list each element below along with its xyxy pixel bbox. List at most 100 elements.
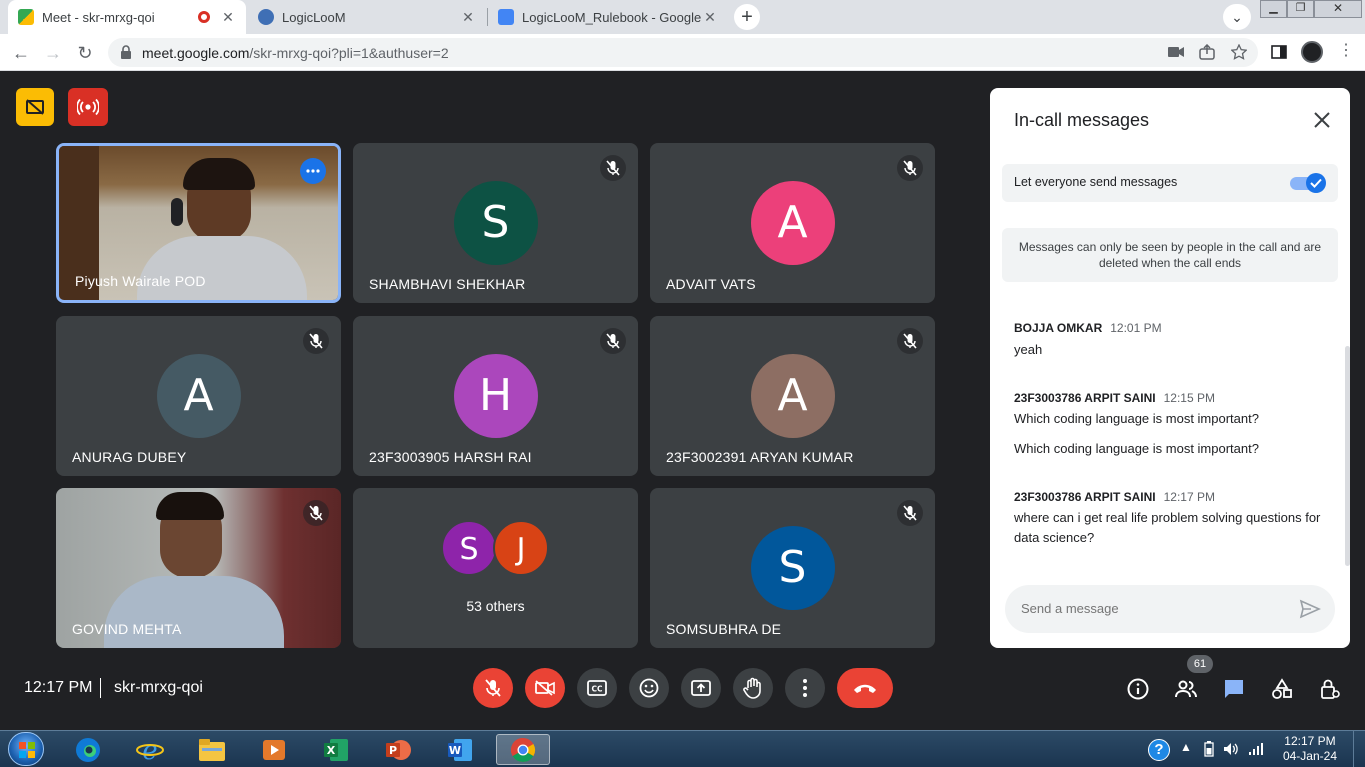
tab-title: LogicLooM_Rulebook - Google D — [522, 9, 702, 25]
tab-meet[interactable]: Meet - skr-mrxg-qoi ✕ — [8, 0, 246, 34]
live-streaming-badge[interactable] — [68, 88, 108, 126]
people-icon — [1175, 680, 1197, 698]
participant-tile[interactable]: A 23F3002391 ARYAN KUMAR — [650, 316, 935, 476]
mic-off-icon — [600, 328, 626, 354]
internet-explorer-icon: e — [136, 736, 164, 764]
participant-tile[interactable]: S SHAMBHAVI SHEKHAR — [353, 143, 638, 303]
reload-button[interactable]: ↻ — [74, 42, 96, 64]
svg-text:X: X — [327, 744, 336, 757]
person-hair — [183, 158, 255, 190]
reactions-button[interactable] — [629, 668, 669, 708]
clock-date: 04-Jan-24 — [1282, 749, 1337, 763]
mic-off-icon — [600, 155, 626, 181]
captions-button[interactable]: CC — [577, 668, 617, 708]
message-input[interactable] — [1021, 601, 1281, 616]
help-icon[interactable]: ? — [1148, 739, 1170, 761]
allow-messages-setting: Let everyone send messages — [1002, 164, 1338, 202]
browser-menu-icon[interactable]: ⋮ — [1338, 42, 1354, 60]
activities-button[interactable] — [1269, 676, 1295, 702]
message-sender: BOJJA OMKAR 12:01 PM — [1014, 321, 1162, 335]
forward-button[interactable]: → — [42, 42, 64, 64]
profile-avatar[interactable] — [1301, 41, 1323, 63]
svg-text:e: e — [142, 736, 157, 764]
participant-tile-video[interactable]: Piyush Wairale POD — [56, 143, 341, 303]
leave-call-button[interactable] — [837, 668, 893, 708]
people-button[interactable] — [1173, 676, 1199, 702]
minimize-button[interactable]: ▁ — [1260, 0, 1287, 18]
others-count-label: 53 others — [466, 598, 525, 614]
taskbar-chrome[interactable] — [496, 734, 550, 765]
sender-name: 23F3003786 ARPIT SAINI — [1014, 391, 1156, 405]
participant-name: ANURAG DUBEY — [72, 449, 187, 465]
participant-tile-video[interactable]: GOVIND MEHTA — [56, 488, 341, 648]
broadcast-icon — [77, 98, 99, 116]
message-text: Which coding language is most important? — [1014, 441, 1259, 456]
chat-button[interactable] — [1221, 676, 1247, 702]
show-hidden-icons[interactable]: ▲ — [1180, 740, 1192, 754]
close-icon[interactable] — [1310, 108, 1334, 132]
start-button[interactable] — [8, 732, 44, 766]
show-desktop-button[interactable] — [1353, 731, 1365, 767]
present-screen-button[interactable] — [681, 668, 721, 708]
tab-logicloom[interactable]: LogicLooM ✕ — [248, 0, 486, 34]
participant-avatar: S — [453, 181, 538, 265]
close-tab-icon[interactable]: ✕ — [702, 9, 718, 26]
captions-off-badge[interactable] — [16, 88, 54, 126]
close-tab-icon[interactable]: ✕ — [220, 9, 236, 26]
taskbar-powerpoint[interactable]: P — [378, 734, 418, 765]
close-tab-icon[interactable]: ✕ — [460, 9, 476, 26]
tab-title: Meet - skr-mrxg-qoi — [42, 9, 155, 25]
share-icon[interactable] — [1199, 44, 1215, 60]
url-text: meet.google.com/skr-mrxg-qoi?pli=1&authu… — [142, 45, 449, 61]
recording-icon — [198, 11, 210, 23]
participant-tile[interactable]: A ADVAIT VATS — [650, 143, 935, 303]
window-controls: ▁ ❐ ✕ — [1260, 0, 1362, 20]
taskbar-word[interactable]: W — [440, 734, 480, 765]
close-window-button[interactable]: ✕ — [1314, 0, 1362, 18]
logicloom-favicon-icon — [258, 9, 274, 25]
restore-button[interactable]: ❐ — [1287, 0, 1314, 18]
omnibox[interactable]: meet.google.com/skr-mrxg-qoi?pli=1&authu… — [108, 38, 1258, 67]
new-tab-button[interactable]: + — [734, 4, 760, 30]
messages-scrollbar[interactable] — [1345, 346, 1350, 566]
participant-avatar: H — [453, 354, 538, 438]
volume-icon[interactable] — [1223, 742, 1239, 756]
participant-tile[interactable]: H 23F3003905 HARSH RAI — [353, 316, 638, 476]
tab-rulebook[interactable]: LogicLooM_Rulebook - Google D ✕ — [488, 0, 728, 34]
info-icon — [1127, 678, 1149, 700]
send-icon[interactable] — [1299, 599, 1321, 619]
taskbar-media-player[interactable] — [254, 734, 294, 765]
mic-off-icon — [303, 328, 329, 354]
meet-stage: Piyush Wairale POD S SHAMBHAVI SHEKHAR A… — [0, 72, 1365, 730]
network-signal-icon[interactable] — [1248, 742, 1264, 756]
taskbar-edge[interactable] — [68, 734, 108, 765]
address-bar-row: ← → ↻ meet.google.com/skr-mrxg-qoi?pli=1… — [0, 34, 1365, 71]
message-text: yeah — [1014, 342, 1043, 357]
others-tile[interactable]: S J 53 others — [353, 488, 638, 648]
taskbar-clock[interactable]: 12:17 PM 04-Jan-24 — [1283, 734, 1337, 764]
participant-tile[interactable]: A ANURAG DUBEY — [56, 316, 341, 476]
closed-captions-icon: CC — [587, 680, 607, 696]
taskbar-internet-explorer[interactable]: e — [130, 734, 170, 765]
camera-icon[interactable] — [1168, 46, 1184, 58]
raise-hand-button[interactable] — [733, 668, 773, 708]
taskbar-file-explorer[interactable] — [192, 734, 232, 765]
allow-messages-toggle[interactable] — [1290, 173, 1326, 193]
sender-name: 23F3003786 ARPIT SAINI — [1014, 490, 1156, 504]
powerpoint-icon: P — [386, 739, 411, 760]
tab-search-button[interactable]: ⌄ — [1223, 4, 1251, 30]
participant-count-badge: 61 — [1187, 655, 1213, 673]
side-panel-icon[interactable] — [1271, 45, 1287, 59]
participant-tile[interactable]: S SOMSUBHRA DE — [650, 488, 935, 648]
others-avatar: J — [493, 520, 549, 576]
message-time: 12:15 PM — [1163, 391, 1215, 405]
mic-toggle-button[interactable] — [473, 668, 513, 708]
meeting-details-button[interactable] — [1125, 676, 1151, 702]
more-options-button[interactable] — [300, 158, 326, 184]
host-controls-button[interactable] — [1317, 676, 1343, 702]
taskbar-excel[interactable]: X — [316, 734, 356, 765]
back-button[interactable]: ← — [10, 42, 32, 64]
more-options-button[interactable] — [785, 668, 825, 708]
camera-toggle-button[interactable] — [525, 668, 565, 708]
bookmark-star-icon[interactable] — [1231, 44, 1247, 60]
